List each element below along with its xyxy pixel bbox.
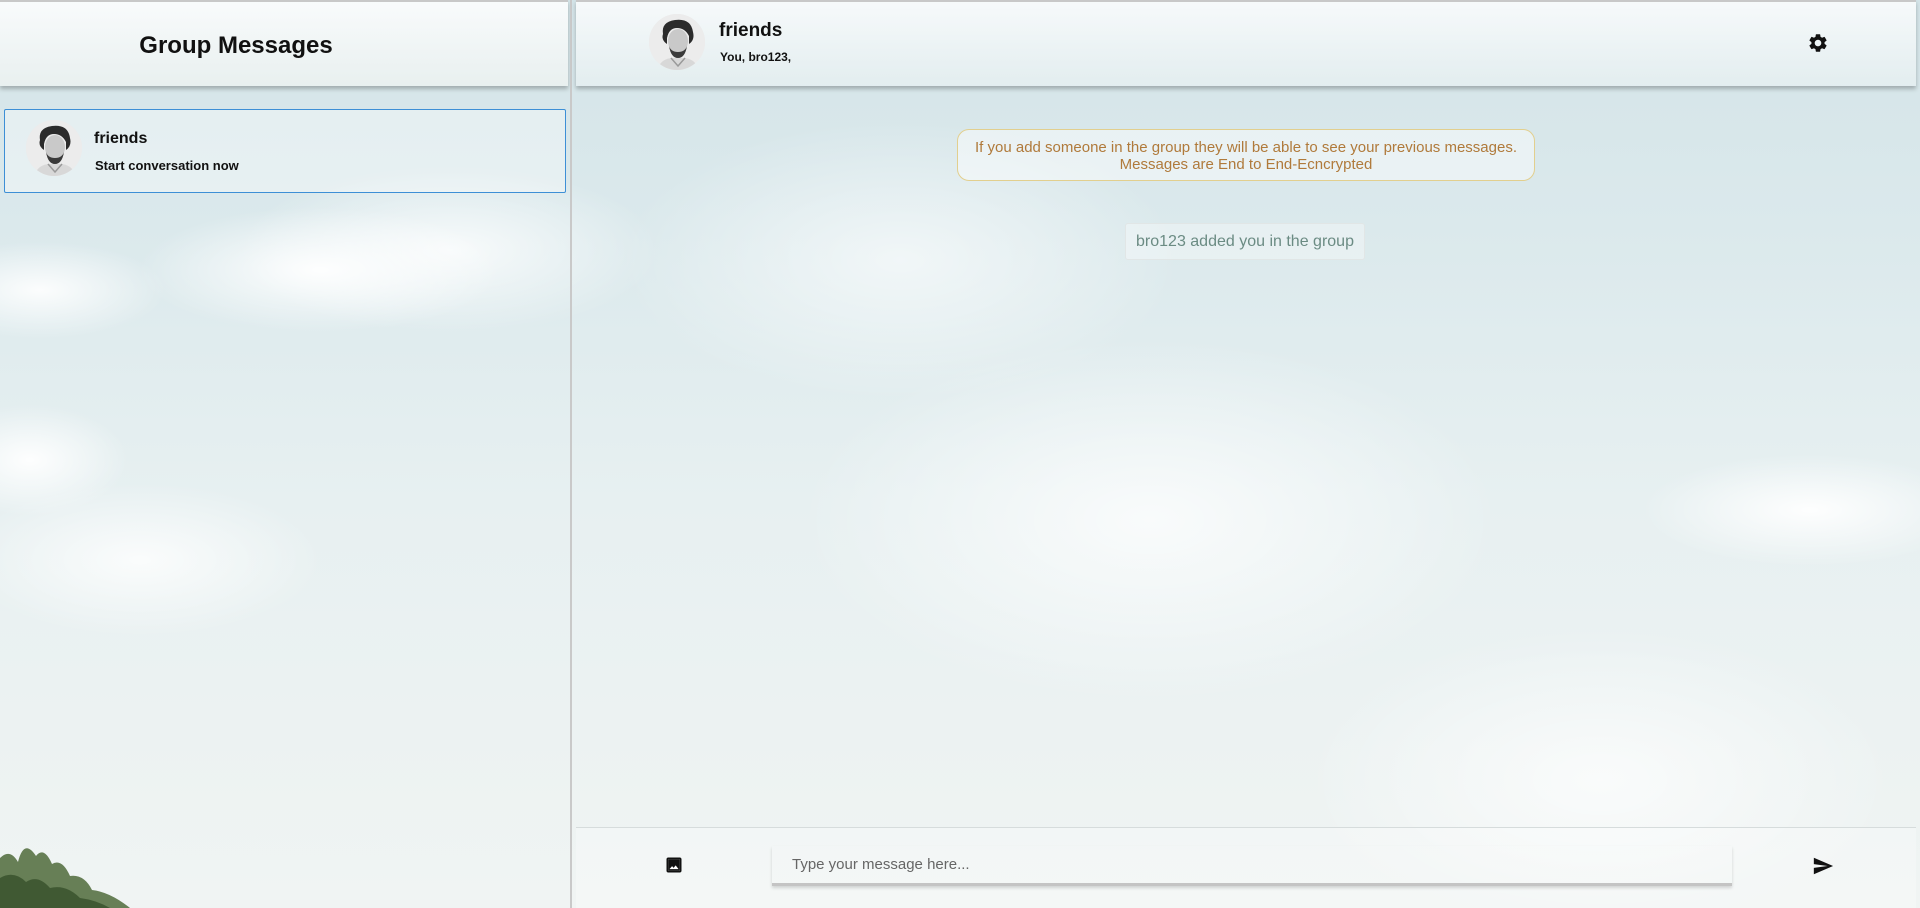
- person-portrait-icon: [26, 120, 82, 176]
- send-button[interactable]: [1812, 855, 1834, 877]
- chat-list-item-name: friends: [94, 130, 148, 147]
- avatar: [26, 120, 82, 176]
- group-name[interactable]: friends: [719, 20, 782, 42]
- send-icon: [1813, 857, 1834, 875]
- sidebar-header: Group Messages: [0, 0, 568, 86]
- notice-line-2: Messages are End to End-Ecncrypted: [1119, 156, 1373, 173]
- notice-line-1: If you add someone in the group they wil…: [975, 139, 1517, 156]
- chat-app: Group Messages friends Start conversatio…: [0, 0, 1920, 908]
- sidebar: Group Messages friends Start conversatio…: [0, 0, 570, 908]
- sidebar-title: Group Messages: [139, 32, 333, 59]
- system-message: bro123 added you in the group: [1125, 223, 1365, 260]
- group-avatar[interactable]: [649, 14, 705, 70]
- gear-icon: [1809, 34, 1827, 52]
- settings-button[interactable]: [1807, 32, 1829, 54]
- message-input[interactable]: [772, 846, 1732, 886]
- message-composer: [576, 827, 1916, 908]
- conversation-panel: friends You, bro123, If you add someone …: [572, 0, 1920, 908]
- person-portrait-icon: [649, 14, 705, 70]
- chat-list-item-friends[interactable]: friends Start conversation now: [4, 109, 566, 193]
- chat-list-item-subtitle: Start conversation now: [95, 158, 239, 173]
- conversation-header: friends You, bro123,: [576, 0, 1916, 86]
- image-icon: [666, 857, 682, 873]
- group-members: You, bro123,: [720, 50, 792, 64]
- encryption-notice: If you add someone in the group they wil…: [957, 129, 1535, 181]
- attach-image-button[interactable]: [664, 855, 684, 875]
